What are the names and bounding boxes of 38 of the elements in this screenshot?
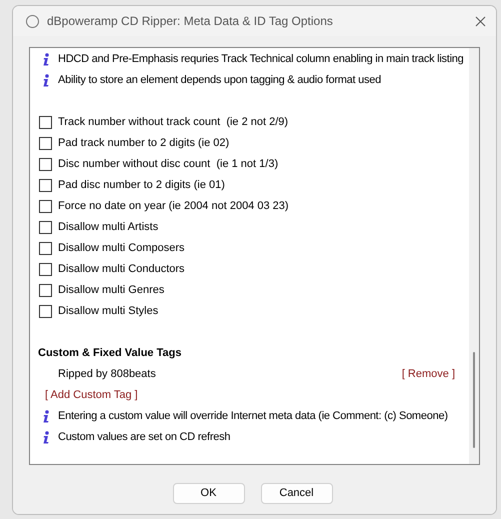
checkbox[interactable] xyxy=(39,242,52,255)
dialog-button[interactable]: OK xyxy=(172,483,244,504)
info-text: Entering a custom value will override Internet meta data (ie Comment: (c) Someone) xyxy=(58,409,448,424)
dialog-button[interactable]: Cancel xyxy=(260,483,332,504)
close-icon[interactable] xyxy=(475,16,486,26)
checkbox[interactable] xyxy=(39,305,52,318)
checkbox[interactable] xyxy=(39,200,52,213)
checkbox[interactable] xyxy=(39,179,52,192)
checkbox-label: Disallow multi Artists xyxy=(58,220,158,236)
window-title: dBpoweramp CD Ripper: Meta Data & ID Tag Options xyxy=(47,13,334,30)
checkbox-label: Disc number without disc count (ie 1 not 1/3) xyxy=(58,157,278,172)
info-text: Ability to store an element depends upon tagging & audio format used xyxy=(58,73,382,88)
checkbox-label: Pad track number to 2 digits (ie 02) xyxy=(58,136,230,152)
info-text: Custom values are set on CD refresh xyxy=(58,430,230,446)
checkbox-label: Track number without track count (ie 2 not 2/9) xyxy=(58,115,288,130)
info-text: HDCD and Pre-Emphasis requries Track Technical column enabling in main track listing xyxy=(58,52,464,68)
checkbox[interactable] xyxy=(39,284,52,297)
info-icon xyxy=(42,410,50,423)
checkbox[interactable] xyxy=(39,221,52,234)
add-custom-tag-link[interactable]: [ Add Custom Tag ] xyxy=(45,387,138,404)
checkbox-label: Disallow multi Composers xyxy=(58,241,185,256)
checkbox-label: Pad disc number to 2 digits (ie 01) xyxy=(58,178,225,194)
section-heading: Custom & Fixed Value Tags xyxy=(38,346,182,362)
app-icon xyxy=(26,14,39,28)
checkbox-label: Force no date on year (ie 2004 not 2004 03 23) xyxy=(58,199,289,214)
checkbox[interactable] xyxy=(39,158,52,171)
checkbox[interactable] xyxy=(39,263,52,276)
info-icon xyxy=(42,431,50,444)
remove-link[interactable]: [ Remove ] xyxy=(402,366,455,383)
custom-tag-value: Ripped by 808beats xyxy=(58,367,156,382)
checkbox-label: Disallow multi Styles xyxy=(58,304,158,320)
checkbox-label: Disallow multi Genres xyxy=(58,283,164,298)
checkbox[interactable] xyxy=(39,137,52,150)
info-icon xyxy=(42,53,50,66)
scrollbar-thumb[interactable] xyxy=(473,352,475,448)
checkbox[interactable] xyxy=(39,116,52,129)
info-icon xyxy=(42,74,50,87)
checkbox-label: Disallow multi Conductors xyxy=(58,262,185,278)
